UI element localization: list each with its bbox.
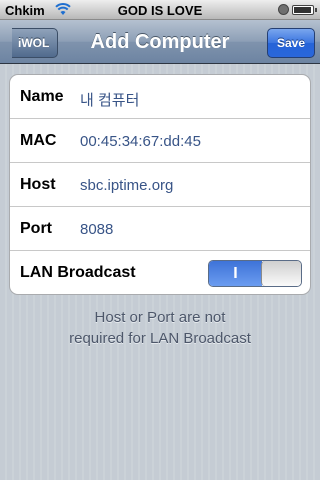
name-label: Name [20,88,64,105]
back-button-label: iWOL [18,36,50,50]
host-label: Host [20,176,56,193]
navigation-bar: iWOL Add Computer Save [0,20,320,64]
name-row[interactable]: Name 내 컴퓨터 [10,75,310,119]
footer-note-line-1: Host or Port are not [94,309,226,326]
lan-broadcast-toggle[interactable]: I [208,260,302,287]
status-bar: Chkim GOD IS LOVE [0,0,320,20]
port-label: Port [20,220,52,237]
footer-note: Host or Port are not required for LAN Br… [20,307,300,349]
port-row[interactable]: Port 8088 [10,207,310,251]
back-button[interactable]: iWOL [12,28,58,58]
name-field[interactable]: 내 컴퓨터 [80,89,139,110]
battery-icon [292,5,317,15]
footer-note-line-2: required for LAN Broadcast [69,330,251,347]
toggle-knob[interactable] [261,261,301,286]
toggle-on-indicator: I [209,261,262,286]
host-field[interactable]: sbc.iptime.org [80,177,173,194]
port-field[interactable]: 8088 [80,221,113,238]
mac-field[interactable]: 00:45:34:67:dd:45 [80,133,201,150]
status-title: GOD IS LOVE [117,3,203,18]
lan-broadcast-row: LAN Broadcast I [10,251,310,294]
save-button[interactable]: Save [267,28,315,58]
mac-label: MAC [20,132,57,149]
page-title: Add Computer [90,31,230,53]
computer-form: Name 내 컴퓨터 MAC 00:45:34:67:dd:45 Host sb… [9,74,311,295]
lan-broadcast-label: LAN Broadcast [20,264,136,281]
mac-row[interactable]: MAC 00:45:34:67:dd:45 [10,119,310,163]
host-row[interactable]: Host sbc.iptime.org [10,163,310,207]
orientation-lock-icon [278,4,289,15]
